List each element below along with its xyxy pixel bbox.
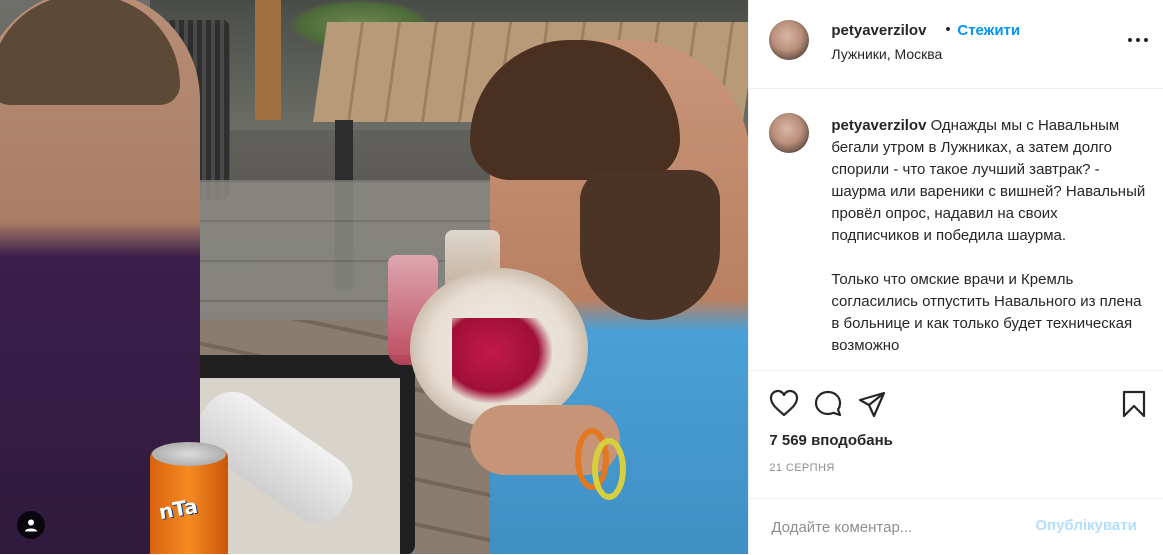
header-separator: •: [945, 21, 951, 38]
like-count[interactable]: 7 569 вподобань: [769, 432, 893, 449]
more-options-button[interactable]: [1125, 30, 1151, 50]
comment-input[interactable]: [769, 513, 1034, 541]
caption-text: petyaverzilov Однажды мы с Навальным бег…: [831, 115, 1149, 357]
photo-can-lid: [152, 442, 226, 466]
user-tag-button[interactable]: [17, 511, 45, 539]
like-button[interactable]: [769, 389, 799, 417]
photo-cherry-jam: [452, 318, 552, 403]
caption-author-avatar[interactable]: [769, 113, 810, 153]
caption-username[interactable]: petyaverzilov: [831, 117, 926, 134]
publish-button[interactable]: Опублікувати: [1035, 517, 1136, 534]
comment-button[interactable]: [813, 389, 843, 419]
add-comment-bar: Опублікувати: [749, 498, 1163, 555]
follow-button[interactable]: Стежити: [957, 22, 1020, 39]
bookmark-icon: [1123, 390, 1146, 418]
post-date[interactable]: 21 серпня: [769, 462, 834, 474]
caption-body: Однажды мы с Навальным бегали утром в Лу…: [831, 117, 1146, 354]
post-header: petyaverzilov • Стежити Лужники, Москва: [749, 0, 1163, 89]
photo-bracelet-yellow: [592, 438, 626, 500]
heart-icon: [770, 389, 799, 417]
post-side-panel: petyaverzilov • Стежити Лужники, Москва …: [748, 0, 1163, 554]
author-avatar[interactable]: [769, 20, 810, 60]
photo-beard: [580, 170, 720, 320]
share-button[interactable]: [857, 390, 887, 418]
instagram-post: nTa petyaverzilov • Стежити Лужники, Мос…: [0, 0, 1163, 554]
send-icon: [859, 391, 886, 418]
save-button[interactable]: [1121, 389, 1147, 419]
user-tag-icon: [25, 519, 37, 532]
post-location[interactable]: Лужники, Москва: [831, 46, 942, 62]
more-options-icon: [1128, 38, 1133, 42]
caption-area: petyaverzilov Однажды мы с Навальным бег…: [749, 89, 1163, 370]
photo-pillar: [255, 0, 281, 120]
author-username[interactable]: petyaverzilov: [831, 22, 926, 39]
post-photo[interactable]: nTa: [0, 0, 749, 554]
comment-icon: [815, 390, 842, 417]
